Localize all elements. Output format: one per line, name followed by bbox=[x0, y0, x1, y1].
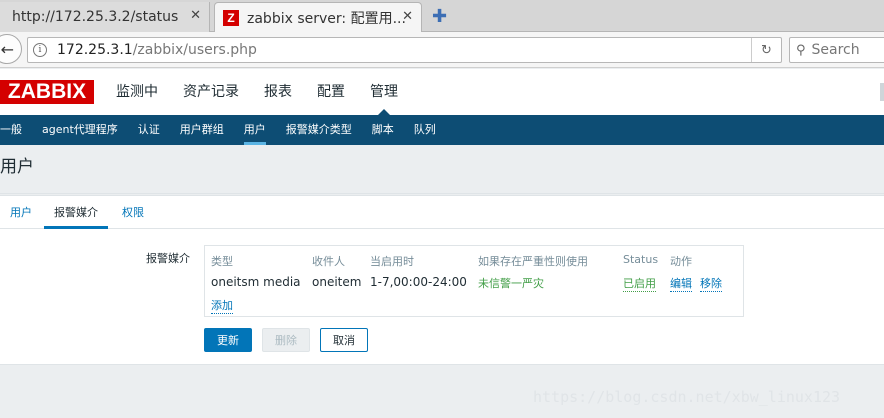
browser-search-input[interactable]: ⚲ Search bbox=[789, 37, 884, 63]
watermark-text: https://blog.csdn.net/xbw_linux123 bbox=[533, 388, 841, 406]
close-icon[interactable]: ✕ bbox=[402, 9, 413, 24]
column-header-severity: 如果存在严重性则使用 bbox=[478, 255, 588, 268]
url-host: 172.25.3.1 bbox=[57, 42, 133, 58]
address-bar[interactable]: i 172.25.3.1/zabbix/users.php ↻ bbox=[27, 37, 782, 63]
media-period-cell: 1-7,00:00-24:00 bbox=[370, 275, 467, 289]
submenu-media-types[interactable]: 报警媒介类型 bbox=[286, 115, 352, 145]
submenu-user-groups[interactable]: 用户群组 bbox=[180, 115, 224, 145]
close-icon[interactable]: ✕ bbox=[190, 8, 201, 23]
update-button[interactable]: 更新 bbox=[204, 328, 252, 352]
submenu-users[interactable]: 用户 bbox=[243, 115, 266, 145]
submenu-authentication[interactable]: 认证 bbox=[138, 115, 160, 145]
column-header-type: 类型 bbox=[211, 255, 233, 268]
media-field-label: 报警媒介 bbox=[146, 252, 190, 265]
search-icon: ⚲ bbox=[796, 42, 806, 58]
add-media-link[interactable]: 添加 bbox=[211, 297, 233, 314]
column-header-action: 动作 bbox=[670, 255, 692, 268]
url-text: 172.25.3.1/zabbix/users.php bbox=[57, 42, 257, 58]
media-sendto-cell: oneitem bbox=[312, 275, 362, 289]
zabbix-favicon-icon: Z bbox=[223, 9, 239, 26]
tab-user[interactable]: 用户 bbox=[10, 196, 32, 229]
media-table: 类型 收件人 当启用时 如果存在严重性则使用 Status 动作 oneitsm… bbox=[204, 245, 744, 317]
column-header-status: Status bbox=[623, 253, 659, 266]
submenu-queue[interactable]: 队列 bbox=[414, 115, 436, 145]
tab-media[interactable]: 报警媒介 bbox=[44, 196, 108, 229]
user-form: 用户 报警媒介 权限 报警媒介 类型 收件人 当启用时 如果存在严重性则使用 S… bbox=[0, 195, 884, 365]
media-severity-cell: 未信警一严灾 bbox=[478, 277, 544, 290]
tab-title: http://172.25.3.2/status bbox=[12, 9, 179, 25]
info-icon[interactable]: i bbox=[33, 43, 47, 57]
menu-reports[interactable]: 报表 bbox=[264, 69, 292, 115]
media-status-link[interactable]: 已启用 bbox=[623, 275, 656, 292]
column-header-when-active: 当启用时 bbox=[370, 255, 414, 268]
column-header-sendto: 收件人 bbox=[312, 255, 345, 268]
browser-tab-zabbix[interactable]: Z zabbix server: 配置用... ✕ bbox=[214, 2, 422, 32]
browser-tab-bar: http://172.25.3.2/status ✕ Z zabbix serv… bbox=[0, 0, 884, 32]
tab-title: zabbix server: 配置用... bbox=[247, 10, 406, 27]
cancel-button[interactable]: 取消 bbox=[320, 328, 368, 352]
form-tabs: 用户 报警媒介 权限 bbox=[0, 196, 884, 229]
page-title: 用户 bbox=[0, 145, 884, 193]
divider bbox=[0, 193, 884, 194]
reload-icon[interactable]: ↻ bbox=[751, 38, 781, 62]
menu-configuration[interactable]: 配置 bbox=[317, 69, 345, 115]
zabbix-logo[interactable]: ZABBIX bbox=[0, 80, 94, 104]
browser-tab-status[interactable]: http://172.25.3.2/status ✕ bbox=[0, 2, 210, 32]
back-arrow-icon[interactable]: ← bbox=[0, 34, 22, 64]
media-type-cell: oneitsm media bbox=[211, 275, 301, 289]
browser-nav-bar: ← i 172.25.3.1/zabbix/users.php ↻ ⚲ Sear… bbox=[0, 32, 884, 68]
sub-menu: 一般 agent代理程序 认证 用户群组 用户 报警媒介类型 脚本 队列 bbox=[0, 115, 884, 145]
menu-administration[interactable]: 管理 bbox=[370, 69, 398, 115]
zabbix-header: ZABBIX 监测中 资产记录 报表 配置 管理 bbox=[0, 69, 884, 115]
submenu-scripts[interactable]: 脚本 bbox=[372, 115, 394, 145]
media-edit-link[interactable]: 编辑 bbox=[670, 275, 692, 292]
delete-button: 删除 bbox=[262, 328, 310, 352]
menu-inventory[interactable]: 资产记录 bbox=[183, 69, 239, 115]
url-path: /zabbix/users.php bbox=[132, 42, 257, 58]
tab-permissions[interactable]: 权限 bbox=[122, 196, 144, 229]
main-menu: 监测中 资产记录 报表 配置 管理 bbox=[116, 69, 423, 115]
search-placeholder: Search bbox=[811, 42, 860, 58]
header-edge bbox=[880, 83, 884, 101]
menu-monitoring[interactable]: 监测中 bbox=[116, 69, 158, 115]
submenu-general[interactable]: 一般 bbox=[0, 115, 22, 145]
submenu-proxies[interactable]: agent代理程序 bbox=[42, 115, 118, 145]
new-tab-icon[interactable]: ✚ bbox=[432, 6, 447, 27]
media-remove-link[interactable]: 移除 bbox=[700, 275, 722, 292]
